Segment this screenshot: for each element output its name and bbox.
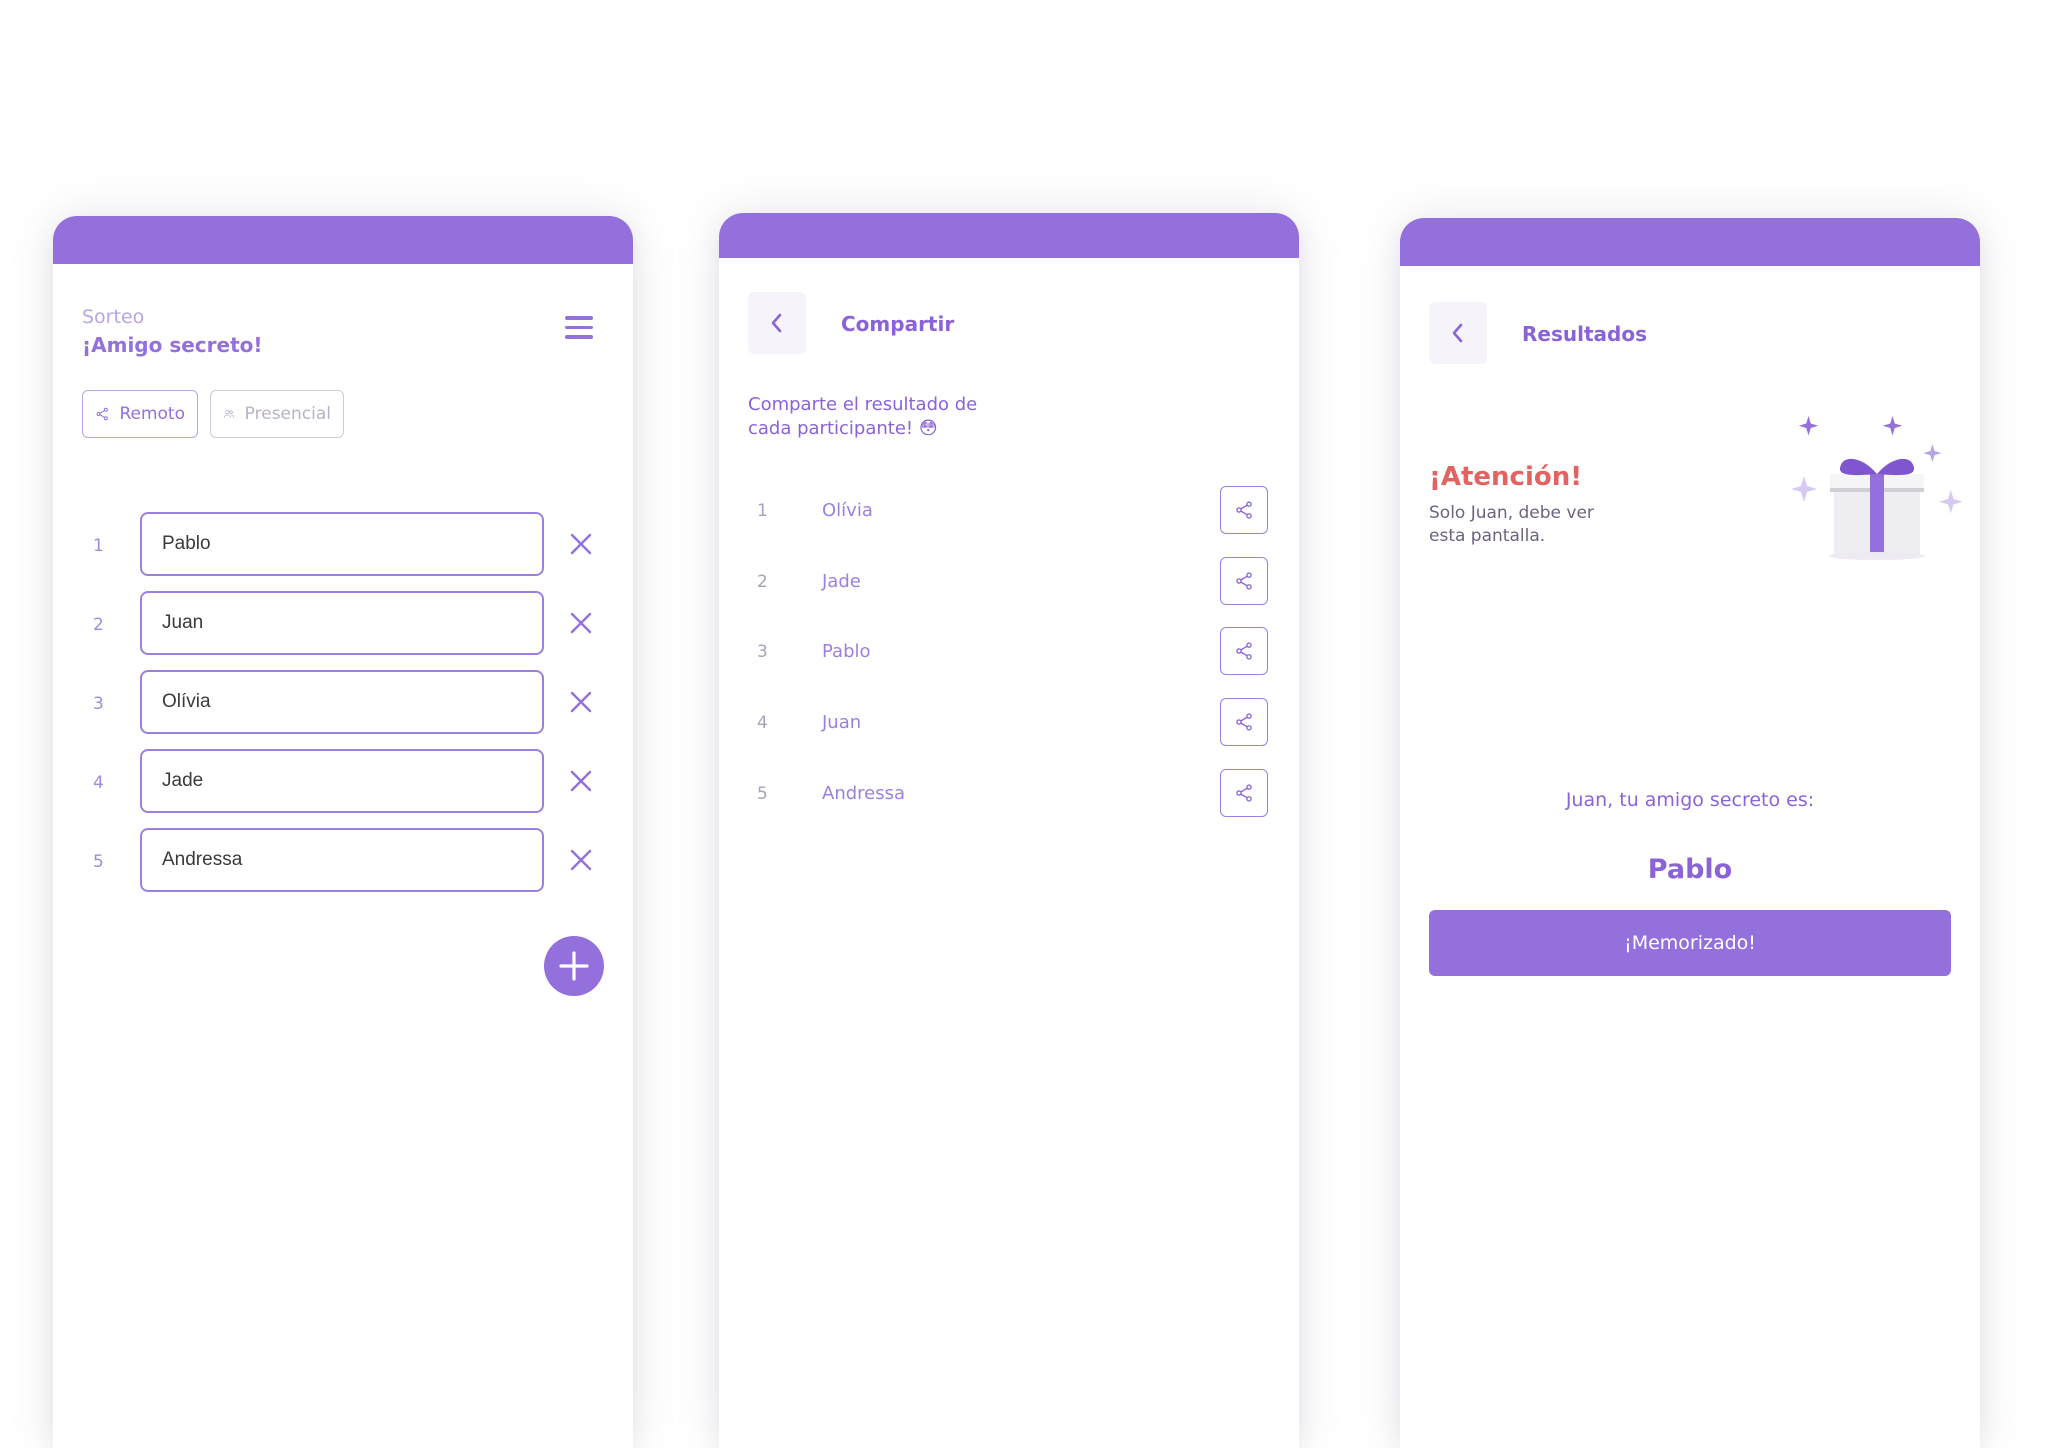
participant-name: Andressa [822, 783, 906, 804]
participant-name-input[interactable] [140, 828, 544, 892]
chevron-left-icon [771, 313, 782, 333]
screen-results: Resultados ¡Atención! Solo Juan, debe ve… [1400, 218, 1980, 1448]
row-number: 4 [93, 773, 104, 793]
status-bar [719, 213, 1299, 258]
alert-title: ¡Atención! [1429, 462, 1583, 492]
screen-body: Sorteo ¡Amigo secreto! Remoto Presencial… [53, 264, 633, 1448]
share-button[interactable] [1220, 769, 1268, 817]
row-number: 5 [757, 784, 768, 804]
chip-label: Remoto [119, 404, 185, 424]
back-button[interactable] [1429, 302, 1487, 364]
participant-name-input[interactable] [140, 749, 544, 813]
back-button[interactable] [748, 292, 806, 354]
participant-name: Pablo [822, 641, 871, 662]
row-number: 2 [757, 572, 768, 592]
page-title: ¡Amigo secreto! [82, 333, 263, 357]
screen-body: Compartir Comparte el resultado de cada … [719, 258, 1299, 1448]
plus-icon [559, 951, 589, 981]
row-number: 3 [757, 642, 768, 662]
share-icon [1236, 642, 1252, 660]
chip-label: Presencial [244, 404, 331, 424]
participant-name: Juan [822, 712, 862, 733]
memorized-button[interactable]: ¡Memorizado! [1429, 910, 1951, 976]
add-participant-button[interactable] [544, 936, 604, 996]
page-title: Resultados [1522, 322, 1647, 346]
screen-participants: Sorteo ¡Amigo secreto! Remoto Presencial… [53, 216, 633, 1448]
gift-box-icon [1792, 416, 1962, 560]
share-icon [1236, 713, 1252, 731]
share-description: Comparte el resultado de cada participan… [748, 394, 978, 439]
participant-name: Olívia [822, 500, 873, 521]
mode-chip-remoto[interactable]: Remoto [82, 390, 198, 438]
row-number: 2 [93, 615, 104, 635]
close-icon[interactable] [569, 848, 593, 872]
row-number: 1 [93, 536, 104, 556]
participant-name-input[interactable] [140, 591, 544, 655]
hamburger-menu-icon[interactable] [565, 316, 593, 340]
share-icon [1236, 572, 1252, 590]
users-icon [223, 409, 234, 418]
alert-text: Solo Juan, debe ver esta pantalla. [1429, 503, 1594, 546]
close-icon[interactable] [569, 690, 593, 714]
page-subtitle: Sorteo [82, 306, 145, 328]
share-button[interactable] [1220, 557, 1268, 605]
close-icon[interactable] [569, 769, 593, 793]
close-icon[interactable] [569, 532, 593, 556]
secret-friend-name: Pablo [1647, 854, 1733, 885]
participant-name-input[interactable] [140, 670, 544, 734]
mode-chip-presencial[interactable]: Presencial [210, 390, 344, 438]
share-icon [96, 407, 108, 421]
share-icon [1236, 501, 1252, 519]
status-bar [53, 216, 633, 264]
share-button[interactable] [1220, 698, 1268, 746]
participant-name-input[interactable] [140, 512, 544, 576]
chevron-left-icon [1452, 323, 1463, 343]
share-icon [1236, 784, 1252, 802]
row-number: 4 [757, 713, 768, 733]
row-number: 1 [757, 501, 768, 521]
screen-share: Compartir Comparte el resultado de cada … [719, 213, 1299, 1448]
participant-name: Jade [822, 571, 861, 592]
secret-friend-label: Juan, tu amigo secreto es: [1565, 789, 1815, 811]
share-button[interactable] [1220, 627, 1268, 675]
page-title: Compartir [841, 312, 955, 336]
row-number: 3 [93, 694, 104, 714]
status-bar [1400, 218, 1980, 266]
screen-body: Resultados ¡Atención! Solo Juan, debe ve… [1400, 266, 1980, 1448]
share-button[interactable] [1220, 486, 1268, 534]
row-number: 5 [93, 852, 104, 872]
close-icon[interactable] [569, 611, 593, 635]
